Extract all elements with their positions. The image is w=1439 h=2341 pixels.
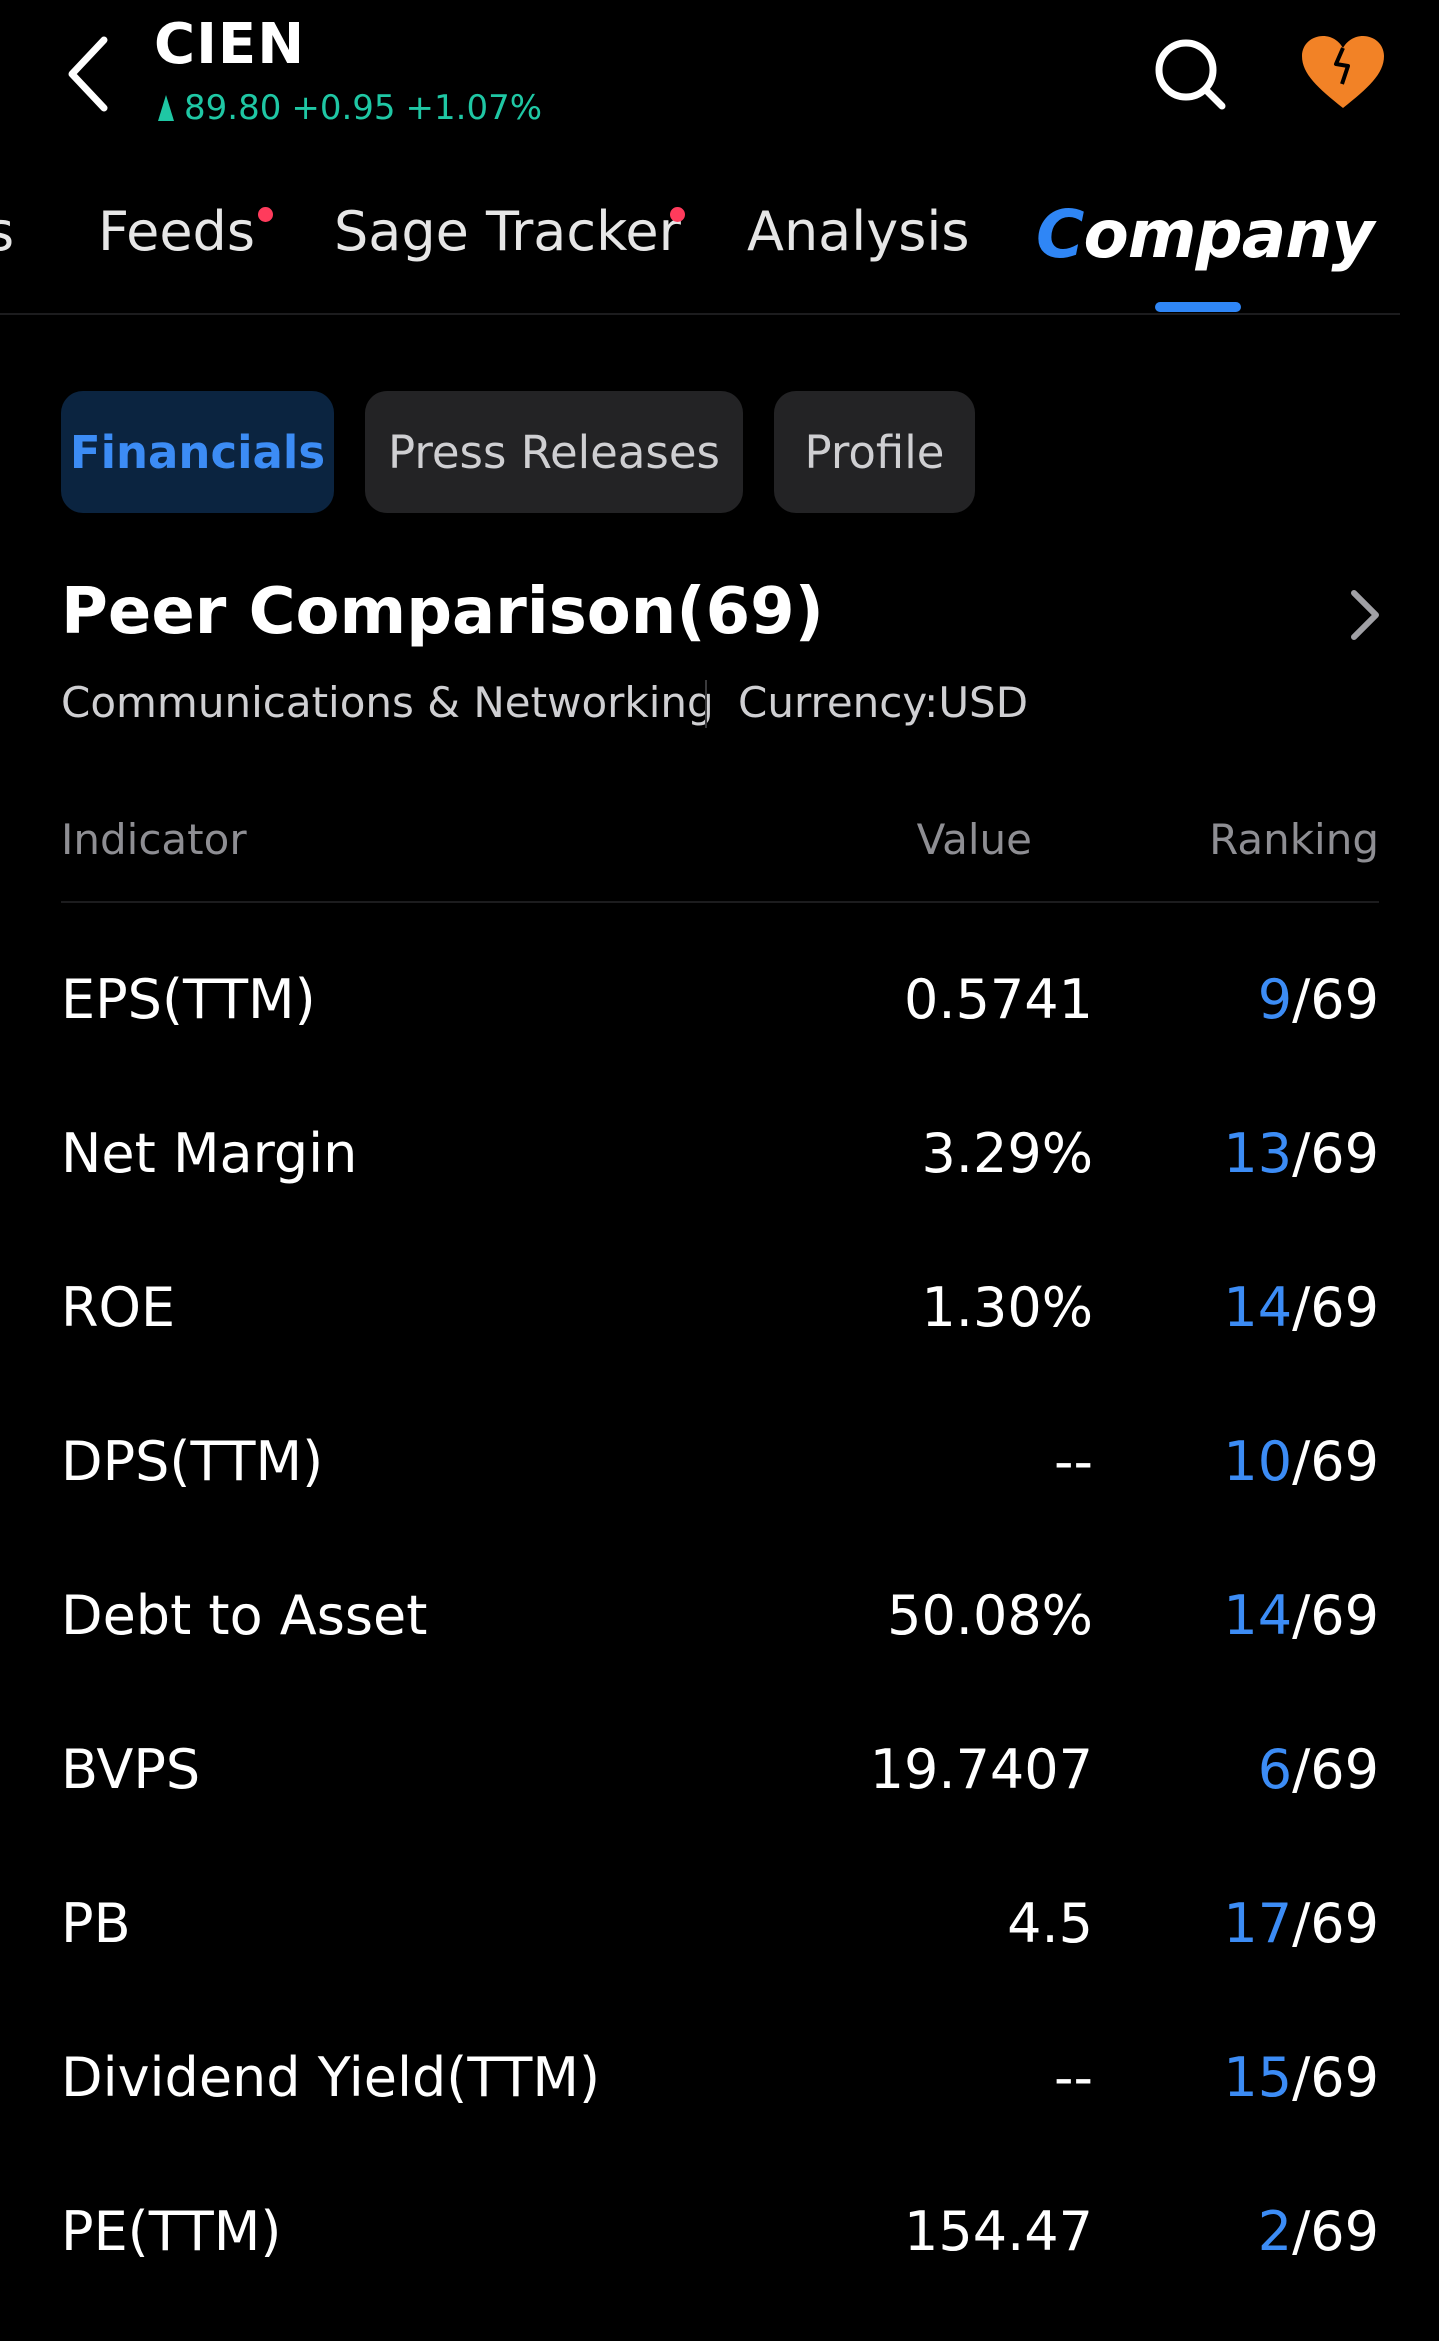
row-rank-total: /69 bbox=[1292, 1584, 1379, 1647]
subtab-financials[interactable]: Financials bbox=[61, 391, 334, 513]
currency-label: Currency:USD bbox=[738, 678, 1029, 727]
chevron-right-icon bbox=[1351, 590, 1379, 640]
stock-change: +0.95 bbox=[291, 88, 396, 128]
tab-feeds[interactable]: Feeds bbox=[98, 200, 255, 263]
row-rank-total: /69 bbox=[1292, 2046, 1379, 2109]
row-value: 4.5 bbox=[1007, 1892, 1093, 1955]
tab-analysis[interactable]: Analysis bbox=[747, 200, 970, 263]
row-indicator: Net Margin bbox=[61, 1122, 358, 1185]
row-value: 3.29% bbox=[921, 1122, 1093, 1185]
column-header-ranking: Ranking bbox=[1209, 815, 1379, 864]
row-rank: 13 bbox=[1223, 1122, 1293, 1185]
row-rank: 2 bbox=[1257, 2200, 1293, 2263]
industry-label: Communications & Networking bbox=[61, 678, 714, 727]
row-value: 19.7407 bbox=[869, 1738, 1093, 1801]
row-indicator: PE(TTM) bbox=[61, 2200, 282, 2263]
table-row[interactable]: Dividend Yield(TTM) -- 15/69 bbox=[61, 2006, 1379, 2160]
column-header-value: Value bbox=[916, 815, 1032, 864]
row-ranking: 15/69 bbox=[1223, 2046, 1379, 2109]
row-indicator: Dividend Yield(TTM) bbox=[61, 2046, 601, 2109]
meta-divider bbox=[705, 680, 707, 728]
row-rank-total: /69 bbox=[1292, 1122, 1379, 1185]
row-rank-total: /69 bbox=[1292, 1738, 1379, 1801]
row-ranking: 13/69 bbox=[1223, 1122, 1379, 1185]
row-ranking: 6/69 bbox=[1258, 1738, 1379, 1801]
active-tab-indicator bbox=[1155, 302, 1241, 312]
chevron-left-icon bbox=[68, 36, 108, 112]
subtab-financials-label: Financials bbox=[69, 425, 326, 479]
stock-price: 89.80 bbox=[184, 88, 282, 128]
row-rank-total: /69 bbox=[1292, 1430, 1379, 1493]
stock-ticker: CIEN bbox=[154, 12, 306, 77]
search-button[interactable] bbox=[1150, 34, 1230, 114]
tab-sage-tracker-label: Sage Tracker bbox=[334, 200, 681, 263]
row-value: 0.5741 bbox=[904, 968, 1093, 1031]
feeds-notification-dot bbox=[258, 207, 273, 222]
table-row[interactable]: BVPS 19.7407 6/69 bbox=[61, 1698, 1379, 1852]
row-ranking: 14/69 bbox=[1223, 1276, 1379, 1339]
row-rank-total: /69 bbox=[1292, 1892, 1379, 1955]
subtab-profile-label: Profile bbox=[804, 425, 945, 479]
section-more-button[interactable] bbox=[1340, 585, 1390, 645]
table-row[interactable]: DPS(TTM) -- 10/69 bbox=[61, 1390, 1379, 1544]
row-indicator: Debt to Asset bbox=[61, 1584, 428, 1647]
sage-tracker-notification-dot bbox=[670, 207, 685, 222]
table-row[interactable]: PE(TTM) 154.47 2/69 bbox=[61, 2160, 1379, 2314]
row-value: 1.30% bbox=[921, 1276, 1093, 1339]
row-indicator: PB bbox=[61, 1892, 131, 1955]
table-divider bbox=[61, 901, 1379, 903]
row-value: 50.08% bbox=[887, 1584, 1093, 1647]
tab-sage-tracker[interactable]: Sage Tracker bbox=[334, 200, 681, 263]
row-indicator: EPS(TTM) bbox=[61, 968, 316, 1031]
favorite-button[interactable] bbox=[1298, 34, 1388, 114]
row-ranking: 2/69 bbox=[1258, 2200, 1379, 2263]
row-rank-total: /69 bbox=[1292, 2200, 1379, 2263]
stock-change-percent: +1.07% bbox=[405, 88, 543, 128]
row-rank: 10 bbox=[1223, 1430, 1293, 1493]
table-row[interactable]: Debt to Asset 50.08% 14/69 bbox=[61, 1544, 1379, 1698]
row-rank: 14 bbox=[1223, 1276, 1293, 1339]
subtab-press-releases-label: Press Releases bbox=[387, 425, 720, 479]
tab-company-accent: C bbox=[1036, 196, 1084, 273]
row-ranking: 17/69 bbox=[1223, 1892, 1379, 1955]
subtab-profile[interactable]: Profile bbox=[774, 391, 975, 513]
table-row[interactable]: EPS(TTM) 0.5741 9/69 bbox=[61, 928, 1379, 1082]
row-rank-total: /69 bbox=[1292, 968, 1379, 1031]
row-rank-total: /69 bbox=[1292, 1276, 1379, 1339]
tab-partial[interactable]: s bbox=[0, 200, 14, 263]
row-rank: 15 bbox=[1223, 2046, 1293, 2109]
row-ranking: 14/69 bbox=[1223, 1584, 1379, 1647]
row-rank: 14 bbox=[1223, 1584, 1293, 1647]
table-row[interactable]: ROE 1.30% 14/69 bbox=[61, 1236, 1379, 1390]
stock-quote: 89.80 +0.95 +1.07% bbox=[158, 88, 542, 128]
row-indicator: BVPS bbox=[61, 1738, 201, 1801]
row-value: 154.47 bbox=[904, 2200, 1093, 2263]
heart-icon bbox=[1302, 36, 1384, 108]
search-icon bbox=[1155, 39, 1226, 110]
table-row[interactable]: PB 4.5 17/69 bbox=[61, 1852, 1379, 2006]
column-header-indicator: Indicator bbox=[61, 815, 247, 864]
triangle-up-icon bbox=[158, 95, 174, 121]
row-rank: 6 bbox=[1257, 1738, 1293, 1801]
row-value: -- bbox=[1054, 2046, 1093, 2109]
table-row[interactable]: Net Margin 3.29% 13/69 bbox=[61, 1082, 1379, 1236]
tabs-divider bbox=[0, 313, 1400, 315]
row-value: -- bbox=[1054, 1430, 1093, 1493]
subtab-press-releases[interactable]: Press Releases bbox=[365, 391, 743, 513]
row-indicator: ROE bbox=[61, 1276, 176, 1339]
row-rank: 9 bbox=[1257, 968, 1293, 1031]
row-rank: 17 bbox=[1223, 1892, 1293, 1955]
back-button[interactable] bbox=[58, 28, 120, 120]
section-title[interactable]: Peer Comparison(69) bbox=[61, 575, 824, 649]
row-indicator: DPS(TTM) bbox=[61, 1430, 324, 1493]
row-ranking: 10/69 bbox=[1223, 1430, 1379, 1493]
tab-feeds-label: Feeds bbox=[98, 200, 255, 263]
tab-company-label: ompany bbox=[1083, 196, 1374, 273]
row-ranking: 9/69 bbox=[1258, 968, 1379, 1031]
tab-analysis-label: Analysis bbox=[747, 200, 970, 263]
tab-company[interactable]: Company bbox=[1036, 196, 1374, 273]
